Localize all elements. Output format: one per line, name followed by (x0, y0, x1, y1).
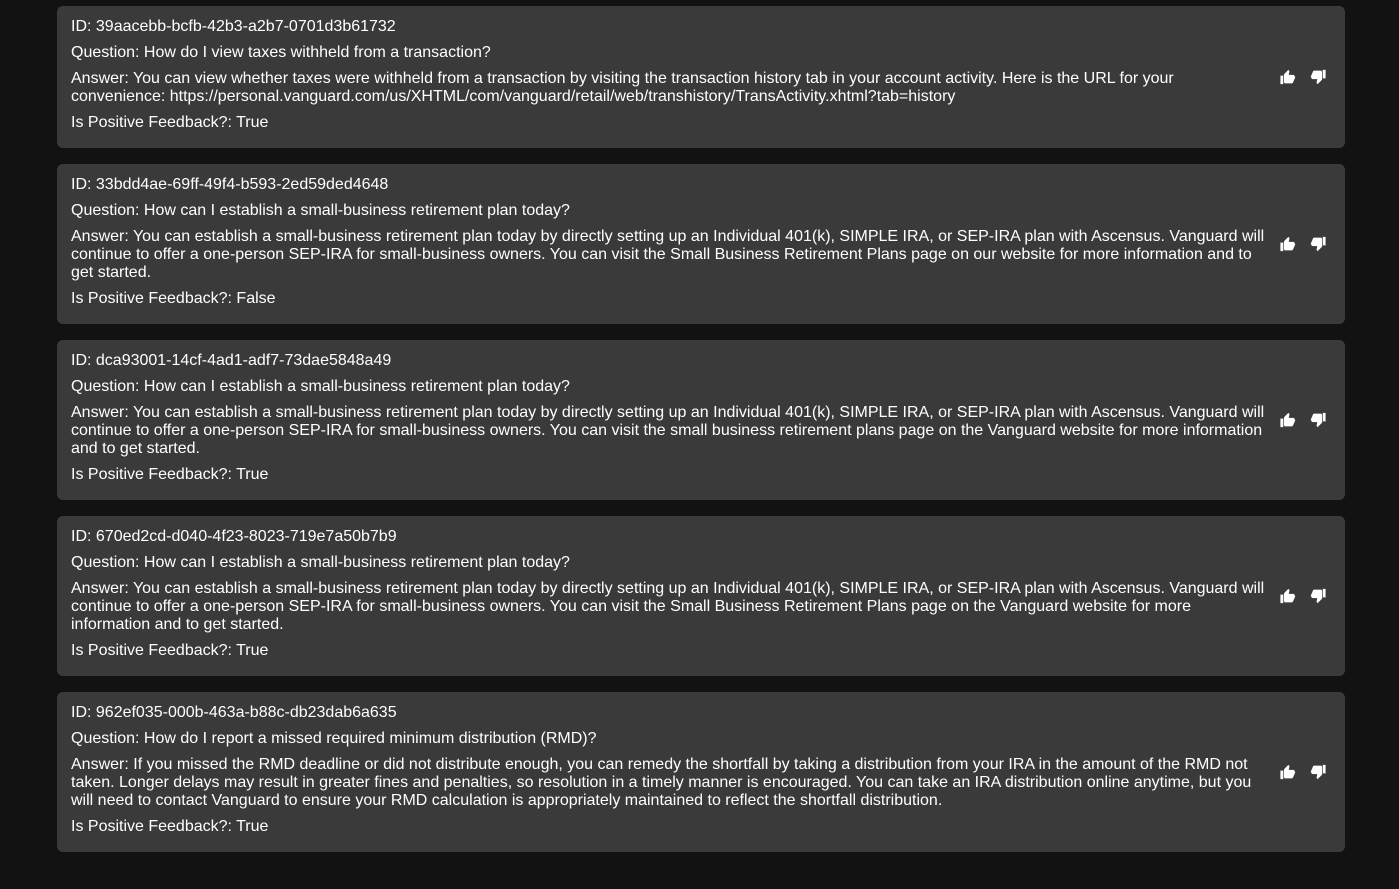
entry-question: Question: How do I view taxes withheld f… (71, 44, 491, 61)
entry-feedback: Is Positive Feedback?: True (71, 466, 269, 483)
entry-question: Question: How do I report a missed requi… (71, 730, 597, 747)
entry-id: ID: 962ef035-000b-463a-b88c-db23dab6a635 (71, 704, 397, 721)
entry-feedback: Is Positive Feedback?: True (71, 642, 269, 659)
thumbs-up-icon[interactable] (1279, 69, 1296, 86)
thumbs-down-icon[interactable] (1310, 69, 1327, 86)
entry-feedback: Is Positive Feedback?: True (71, 818, 269, 835)
entry-id: ID: 39aacebb-bcfb-42b3-a2b7-0701d3b61732 (71, 18, 396, 35)
entry-answer: Answer: If you missed the RMD deadline o… (71, 756, 1252, 809)
feedback-card: ID: 33bdd4ae-69ff-49f4-b593-2ed59ded4648… (57, 164, 1345, 324)
entry-feedback: Is Positive Feedback?: False (71, 290, 276, 307)
feedback-card: ID: 962ef035-000b-463a-b88c-db23dab6a635… (57, 692, 1345, 852)
entry-feedback: Is Positive Feedback?: True (71, 114, 269, 131)
feedback-actions (1279, 588, 1327, 605)
entry-question: Question: How can I establish a small-bu… (71, 554, 570, 571)
thumbs-down-icon[interactable] (1310, 236, 1327, 253)
thumbs-down-icon[interactable] (1310, 412, 1327, 429)
entry-id: ID: 33bdd4ae-69ff-49f4-b593-2ed59ded4648 (71, 176, 389, 193)
entry-id: ID: 670ed2cd-d040-4f23-8023-719e7a50b7b9 (71, 528, 397, 545)
feedback-actions (1279, 764, 1327, 781)
feedback-actions (1279, 69, 1327, 86)
feedback-card: ID: 670ed2cd-d040-4f23-8023-719e7a50b7b9… (57, 516, 1345, 676)
thumbs-down-icon[interactable] (1310, 588, 1327, 605)
feedback-actions (1279, 236, 1327, 253)
entry-id: ID: dca93001-14cf-4ad1-adf7-73dae5848a49 (71, 352, 392, 369)
thumbs-up-icon[interactable] (1279, 764, 1296, 781)
feedback-card: ID: dca93001-14cf-4ad1-adf7-73dae5848a49… (57, 340, 1345, 500)
thumbs-up-icon[interactable] (1279, 236, 1296, 253)
entry-answer: Answer: You can establish a small-busine… (71, 404, 1265, 457)
thumbs-up-icon[interactable] (1279, 412, 1296, 429)
entry-question: Question: How can I establish a small-bu… (71, 202, 570, 219)
entry-question: Question: How can I establish a small-bu… (71, 378, 570, 395)
feedback-card: ID: 39aacebb-bcfb-42b3-a2b7-0701d3b61732… (57, 6, 1345, 148)
entry-answer: Answer: You can establish a small-busine… (71, 580, 1265, 633)
thumbs-up-icon[interactable] (1279, 588, 1296, 605)
entry-answer: Answer: You can view whether taxes were … (71, 70, 1174, 105)
feedback-actions (1279, 412, 1327, 429)
entry-answer: Answer: You can establish a small-busine… (71, 228, 1265, 281)
feedback-list: ID: 39aacebb-bcfb-42b3-a2b7-0701d3b61732… (57, 6, 1345, 868)
thumbs-down-icon[interactable] (1310, 764, 1327, 781)
